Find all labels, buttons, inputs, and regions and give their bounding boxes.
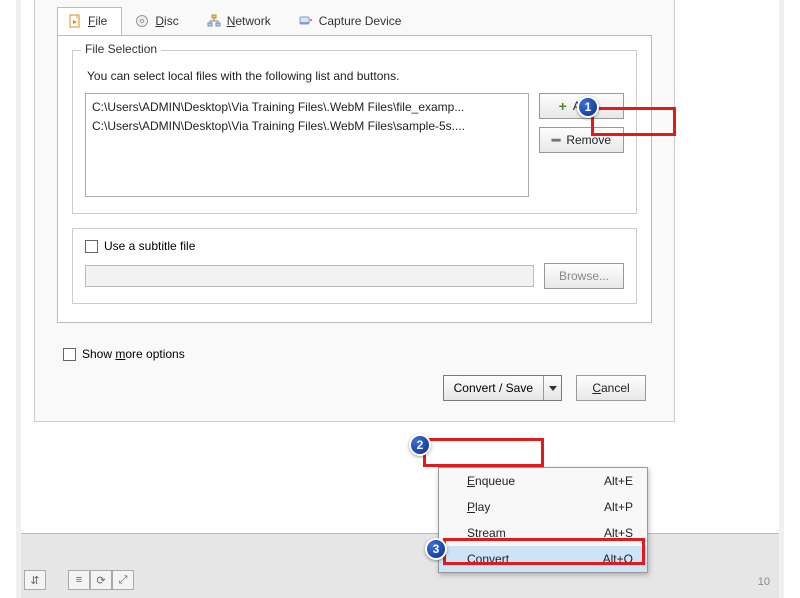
dialog-buttons: Convert / Save Cancel [35,361,674,401]
convert-save-menu: Enqueue Alt+E Play Alt+P Stream Alt+S Co… [438,467,648,573]
menu-item-stream[interactable]: Stream Alt+S [439,520,647,546]
plus-icon: + [559,101,567,111]
subtitle-path-input [85,265,534,287]
network-icon [207,14,221,28]
window-bottom-area [21,533,779,598]
toolbar-button[interactable]: ≡ [68,570,90,590]
menu-item-label: Stream [467,526,506,540]
cancel-button-label: Cancel [592,381,629,395]
tab-capture[interactable]: Capture Device [288,6,417,34]
tab-panel-file: File Selection You can select local file… [57,35,652,323]
menu-item-label: Play [467,500,490,514]
toolbar-button[interactable]: ⇵ [24,570,46,590]
subtitle-checkbox[interactable] [85,240,98,253]
menu-item-label: Enqueue [467,474,515,488]
menu-item-accel: Alt+O [603,552,633,566]
menu-item-play[interactable]: Play Alt+P [439,494,647,520]
menu-item-enqueue[interactable]: Enqueue Alt+E [439,468,647,494]
remove-button-label: Remove [566,133,611,147]
remove-button[interactable]: ━ Remove [539,127,624,153]
file-selection-legend: File Selection [81,42,161,56]
tab-capture-label: Capture Device [319,14,402,28]
file-selection-group: File Selection You can select local file… [72,50,637,214]
callout-2: 2 [409,434,431,456]
browse-button-label: Browse... [559,269,609,283]
minus-icon: ━ [552,136,560,144]
toolbar-button[interactable]: ⤢ [112,570,134,590]
browse-button: Browse... [544,263,624,289]
disc-icon [135,14,149,28]
subtitle-checkbox-label: Use a subtitle file [104,239,195,253]
capture-icon [299,14,313,28]
page-number: 10 [758,576,770,588]
show-more-label: Show more options [82,347,185,361]
menu-item-label: Convert [467,552,509,566]
callout-3: 3 [425,538,447,560]
bottom-toolbar: ⇵ ≡ ⟳ ⤢ [24,570,134,590]
tab-disc[interactable]: Disc [124,6,193,34]
subtitle-group: Use a subtitle file Browse... [72,228,637,304]
callout-1: 1 [577,96,599,118]
file-list-item[interactable]: C:\Users\ADMIN\Desktop\Via Training File… [92,117,522,136]
menu-item-accel: Alt+E [604,474,633,488]
tab-disc-label: Disc [155,14,178,28]
cancel-button[interactable]: Cancel [576,375,646,401]
file-list[interactable]: C:\Users\ADMIN\Desktop\Via Training File… [85,93,529,197]
dropdown-arrow-icon[interactable] [543,376,561,400]
convert-save-button[interactable]: Convert / Save [443,375,562,401]
tab-network[interactable]: Network [196,6,286,34]
show-more-checkbox[interactable] [63,348,76,361]
tab-network-label: Network [227,14,271,28]
tab-file-label: File [88,14,107,28]
file-list-item[interactable]: C:\Users\ADMIN\Desktop\Via Training File… [92,98,522,117]
toolbar-button[interactable]: ⟳ [90,570,112,590]
menu-item-accel: Alt+S [604,526,633,540]
file-selection-helper: You can select local files with the foll… [87,69,624,83]
menu-item-accel: Alt+P [604,500,633,514]
convert-save-label: Convert / Save [444,376,543,400]
source-tabs: File Disc Network Capture Device [35,0,674,35]
menu-item-convert[interactable]: Convert Alt+O [439,546,647,572]
tab-file[interactable]: File [57,7,122,35]
file-icon [68,14,82,28]
show-more-row[interactable]: Show more options [63,347,674,361]
open-media-dialog: File Disc Network Capture Device [34,0,675,422]
